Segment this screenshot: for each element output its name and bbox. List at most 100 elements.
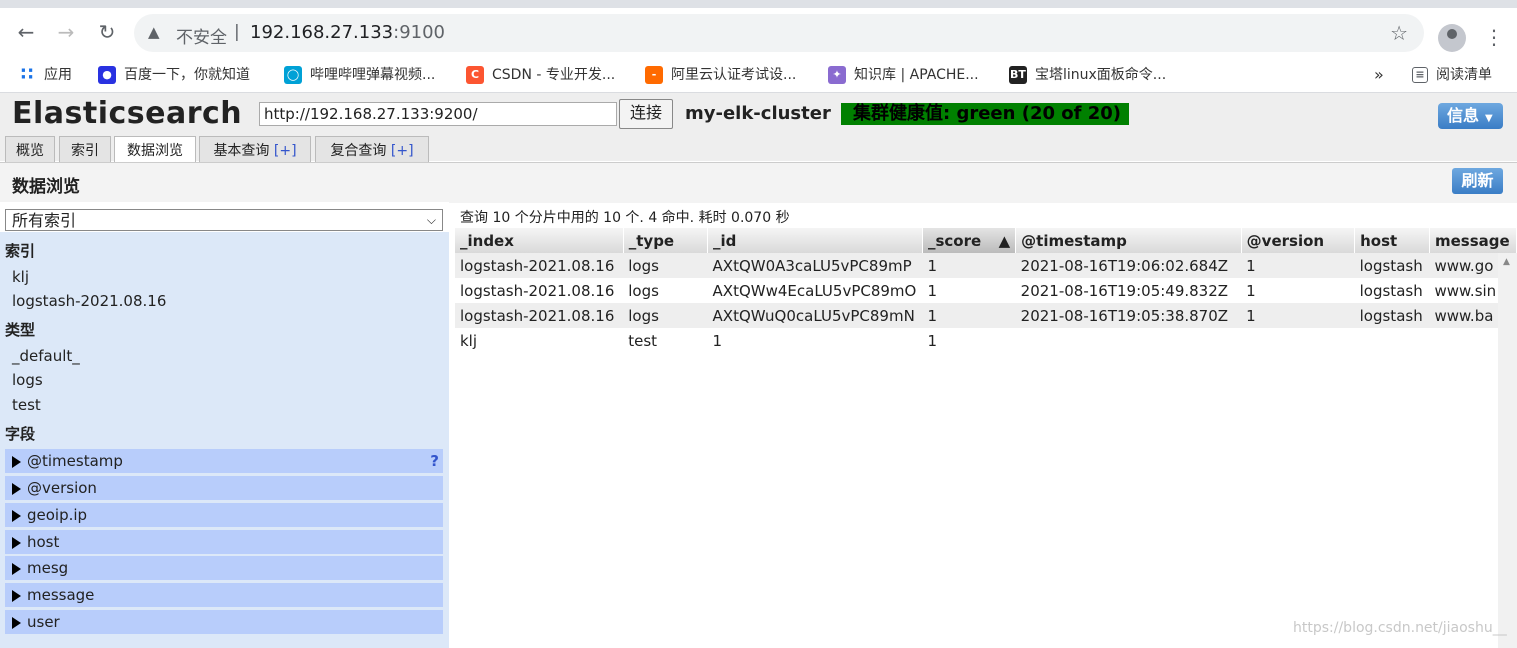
type-item[interactable]: test	[5, 393, 443, 417]
bookmark-csdn[interactable]: C CSDN - 专业开发...	[466, 64, 615, 86]
index-select[interactable]: 所有索引 ⌵	[5, 209, 443, 231]
url-port: :9100	[393, 22, 446, 43]
address-url[interactable]: 192.168.27.133:9100	[250, 22, 445, 43]
expand-triangle-icon	[12, 483, 21, 495]
field-label: @timestamp	[27, 452, 123, 470]
field-item[interactable]: @version	[5, 476, 443, 500]
expand-triangle-icon	[12, 510, 21, 522]
field-label: mesg	[27, 559, 69, 577]
column-header[interactable]: _id	[707, 228, 923, 253]
reload-icon[interactable]: ↻	[93, 18, 121, 46]
info-menu-button[interactable]: 信息 ▼	[1438, 103, 1503, 129]
tab-label: 索引	[71, 143, 99, 159]
table-row[interactable]: logstash-2021.08.16 logs AXtQW0A3caLU5vP…	[455, 253, 1517, 278]
connect-button[interactable]: 连接	[619, 99, 673, 129]
bookmark-bt[interactable]: BT 宝塔linux面板命令...	[1009, 64, 1166, 86]
reading-list-icon: ≡	[1412, 67, 1428, 83]
bookmarks-bar: ∷ 应用 ● 百度一下，你就知道 ◯ 哔哩哔哩弹幕视频... C CSDN - 专业开发…	[0, 58, 1517, 93]
field-label: @version	[27, 479, 97, 497]
bookmark-label: 知识库 | APACHE...	[854, 67, 979, 83]
tab-label: 复合查询	[330, 143, 387, 159]
column-header[interactable]: message	[1429, 228, 1517, 253]
bookmark-bilibili[interactable]: ◯ 哔哩哔哩弹幕视频...	[284, 64, 435, 86]
baidu-icon: ●	[98, 66, 116, 84]
table-cell: AXtQWuQ0caLU5vPC89mN	[707, 303, 923, 328]
tab-basic-query[interactable]: 基本查询 [+]	[199, 136, 311, 162]
browser-toolbar: ← → ↻ ▲ 不安全 | 192.168.27.133:9100 ☆ ⋮	[0, 0, 1517, 58]
table-cell: 1	[922, 253, 1016, 278]
field-item[interactable]: host	[5, 530, 443, 554]
bookmark-label: CSDN - 专业开发...	[492, 67, 616, 83]
results-panel: 查询 10 个分片中用的 10 个. 4 命中. 耗时 0.070 秒 _ind…	[455, 202, 1517, 648]
column-header[interactable]: _index	[455, 228, 624, 253]
column-header[interactable]: @timestamp	[1015, 228, 1242, 253]
bookmark-star-icon[interactable]: ☆	[1390, 21, 1408, 45]
apache-icon: ✦	[828, 66, 846, 84]
column-label: _score	[927, 231, 982, 250]
vertical-scrollbar[interactable]: ▲	[1498, 253, 1517, 648]
expand-triangle-icon	[12, 590, 21, 602]
address-bar[interactable]: ▲ 不安全 | 192.168.27.133:9100 ☆	[134, 14, 1424, 52]
table-cell: logstash	[1359, 281, 1423, 300]
bookmark-label: 应用	[44, 67, 72, 83]
field-item[interactable]: user	[5, 610, 443, 634]
table-cell: logs	[623, 253, 708, 278]
field-item[interactable]: mesg	[5, 556, 443, 580]
expand-triangle-icon	[12, 537, 21, 549]
tab-plus: [+]	[273, 143, 297, 159]
profile-avatar-icon[interactable]	[1438, 24, 1466, 52]
bookmark-baidu[interactable]: ● 百度一下，你就知道	[98, 64, 250, 86]
type-item[interactable]: _default_	[5, 344, 443, 368]
field-item[interactable]: @timestamp?	[5, 449, 443, 473]
tab-compound-query[interactable]: 复合查询 [+]	[315, 136, 429, 162]
cluster-health-badge: 集群健康值: green (20 of 20)	[841, 103, 1129, 125]
table-cell: 1	[927, 331, 937, 350]
help-icon[interactable]: ?	[430, 449, 439, 473]
type-item[interactable]: logs	[5, 368, 443, 392]
cluster-name: my-elk-cluster	[685, 103, 831, 124]
column-header[interactable]: _type	[623, 228, 709, 253]
table-cell: logstash	[1354, 303, 1430, 328]
expand-triangle-icon	[12, 563, 21, 575]
column-header[interactable]: @version	[1241, 228, 1356, 253]
forward-arrow-icon[interactable]: →	[52, 18, 80, 46]
table-row[interactable]: logstash-2021.08.16 logs AXtQWuQ0caLU5vP…	[455, 303, 1517, 328]
section-title: 数据浏览	[12, 177, 80, 197]
bookmark-aliyun[interactable]: - 阿里云认证考试设...	[645, 64, 796, 86]
separator: |	[234, 22, 240, 42]
table-cell: logstash	[1354, 253, 1430, 278]
tab-data-browser[interactable]: 数据浏览	[114, 136, 196, 163]
reading-list[interactable]: ≡ 阅读清单	[1412, 64, 1492, 86]
index-item[interactable]: logstash-2021.08.16	[5, 289, 443, 313]
table-row[interactable]: logstash-2021.08.16 logs AXtQWw4EcaLU5vP…	[455, 278, 1517, 303]
table-cell: 2021-08-16T19:05:49.832Z	[1020, 281, 1229, 300]
tab-overview[interactable]: 概览	[5, 136, 55, 162]
table-cell: 1	[1246, 281, 1256, 300]
more-bookmarks-chevron-icon[interactable]: »	[1374, 64, 1384, 86]
back-arrow-icon[interactable]: ←	[12, 18, 40, 46]
column-header[interactable]: host	[1354, 228, 1430, 253]
table-cell	[1241, 328, 1354, 353]
table-cell: 2021-08-16T19:06:02.684Z	[1015, 253, 1242, 278]
scroll-up-arrow-icon[interactable]: ▲	[1503, 257, 1510, 267]
field-item[interactable]: message	[5, 583, 443, 607]
bookmark-apps[interactable]: ∷ 应用	[18, 64, 72, 86]
field-item[interactable]: geoip.ip	[5, 503, 443, 527]
table-row[interactable]: klj test 1 1	[455, 328, 1517, 353]
table-header-row: _index _type _id _score ▲ @timestamp @ver…	[455, 228, 1517, 253]
table-cell: 1	[1241, 253, 1355, 278]
tab-label: 数据浏览	[127, 143, 183, 159]
tab-indices[interactable]: 索引	[59, 136, 111, 162]
indices-heading: 索引	[5, 242, 36, 260]
bookmark-apache[interactable]: ✦ 知识库 | APACHE...	[828, 64, 979, 86]
column-header-sorted[interactable]: _score ▲	[922, 228, 1017, 253]
table-cell: 1	[712, 331, 723, 350]
table-cell: 1	[927, 281, 937, 300]
cluster-url-input[interactable]: http://192.168.27.133:9200/	[259, 102, 617, 126]
index-item[interactable]: klj	[5, 265, 443, 289]
query-summary: 查询 10 个分片中用的 10 个. 4 命中. 耗时 0.070 秒	[460, 210, 790, 226]
aliyun-icon: -	[645, 66, 663, 84]
more-menu-icon[interactable]: ⋮	[1484, 22, 1504, 52]
refresh-button[interactable]: 刷新	[1452, 168, 1503, 194]
table-cell: logstash-2021.08.16	[455, 253, 624, 278]
